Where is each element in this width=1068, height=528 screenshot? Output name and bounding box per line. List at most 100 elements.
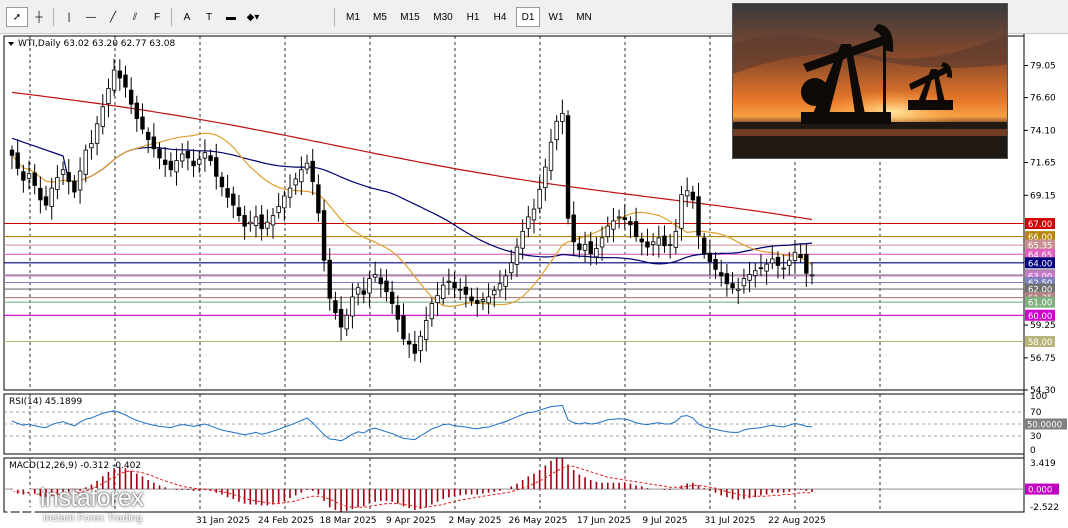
candle-body [299,169,304,183]
candle-body [423,320,429,340]
candle-body [429,303,435,320]
candle-body [38,187,43,201]
timeframe-m1[interactable]: M1 [342,7,364,27]
candle-body [656,237,662,246]
timeframe-h4[interactable]: H4 [489,7,511,27]
price-axis-label: 76.60 [1030,94,1056,104]
level-tag-label: 60.00 [1028,312,1052,322]
candle-body [151,136,157,150]
candle-body [316,184,321,214]
candle-body [753,270,758,276]
candle-body [775,256,781,266]
time-axis-label: 17 Jun 2025 [577,516,631,526]
candle-body [497,283,503,291]
candle-body [480,299,486,302]
candle-body [344,314,349,330]
candle-body [741,278,747,287]
candle-body [616,216,622,219]
candle-body [253,216,259,226]
candle-body [582,244,588,251]
candle-body [72,180,77,193]
candle-body [355,287,361,295]
timeframe-d1[interactable]: D1 [516,7,540,27]
candle-body [645,241,650,248]
shapes-icon[interactable]: ◆▾ [242,7,264,27]
rsi-title: RSI(14) 45.1899 [9,397,82,407]
candle-body [406,340,412,345]
vertical-line-icon[interactable]: | [58,7,80,27]
time-axis-label: 18 Mar 2025 [319,516,376,526]
candle-body [787,259,792,266]
candle-body [463,286,469,295]
candle-body [633,221,639,237]
candle-body [372,274,378,278]
candle-body [174,160,179,173]
candle-body [701,237,707,255]
level-tag-label: 64.00 [1028,259,1052,269]
candle-body [724,273,730,285]
candle-body [452,281,457,289]
candle-body [106,88,111,104]
horizontal-line-icon[interactable]: — [80,7,102,27]
candle-body [713,259,718,270]
candle-body [560,112,565,122]
rsi-axis-label: 100 [1030,392,1047,402]
candle-body [804,253,809,274]
candle-body [162,159,168,165]
candle-body [191,160,196,167]
candle-body [679,194,684,229]
candle-body [628,221,633,226]
candle-body [55,177,60,190]
time-axis-label: 9 Jul 2025 [642,516,687,526]
candle-body [9,149,15,156]
candle-body [219,176,225,188]
candle-body [157,148,162,159]
candle-body [128,89,134,105]
timeframe-mn[interactable]: MN [572,7,596,27]
candle-body [123,74,128,88]
macd-axis-label: 3.419 [1030,459,1056,469]
candle-body [60,169,66,175]
candle-body [458,288,463,291]
channel-icon[interactable]: ⫽ [124,7,146,27]
oil-pumpjack-image [732,3,1008,159]
crosshair-icon[interactable]: ┼ [28,7,50,27]
candle-body [350,296,355,317]
candle-body [588,241,593,255]
candle-body [265,221,270,229]
candle-body [764,263,769,272]
text-label-icon[interactable]: T [198,7,220,27]
price-axis-label: 59.25 [1030,321,1056,331]
candle-body [180,153,185,162]
text-icon[interactable]: A [176,7,198,27]
timeframe-m5[interactable]: M5 [369,7,391,27]
rectangle-icon[interactable]: ▬ [220,7,242,27]
candle-body [673,230,679,248]
logo-text: instaforex [40,484,144,512]
candle-body [503,275,508,287]
timeframe-h1[interactable]: H1 [462,7,484,27]
cursor-icon[interactable]: ➚ [6,7,28,27]
candle-body [719,272,724,277]
macd-axis-label: -2.522 [1030,503,1059,513]
instaforex-logo-icon [4,486,38,520]
rsi-axis-label: 30 [1030,432,1042,442]
candle-body [259,214,264,230]
candle-body [696,196,701,236]
candle-body [83,149,88,175]
timeframe-w1[interactable]: W1 [545,7,567,27]
timeframe-m30[interactable]: M30 [429,7,457,27]
fibonacci-icon[interactable]: F [146,7,168,27]
logo-tagline: Instant Forex Trading [43,512,143,524]
candle-body [594,247,599,258]
candle-body [287,187,293,198]
chart-title: WTI,Daily 63.02 63.20 62.77 63.08 [18,39,175,49]
time-axis-label: 24 Feb 2025 [258,516,314,526]
timeframe-m15[interactable]: M15 [396,7,424,27]
candle-body [469,296,474,302]
candle-body [100,106,105,127]
rsi-axis-label: 0 [1030,446,1036,456]
candle-body [236,207,242,217]
trend-line-icon[interactable]: ╱ [102,7,124,27]
candle-body [304,162,310,170]
